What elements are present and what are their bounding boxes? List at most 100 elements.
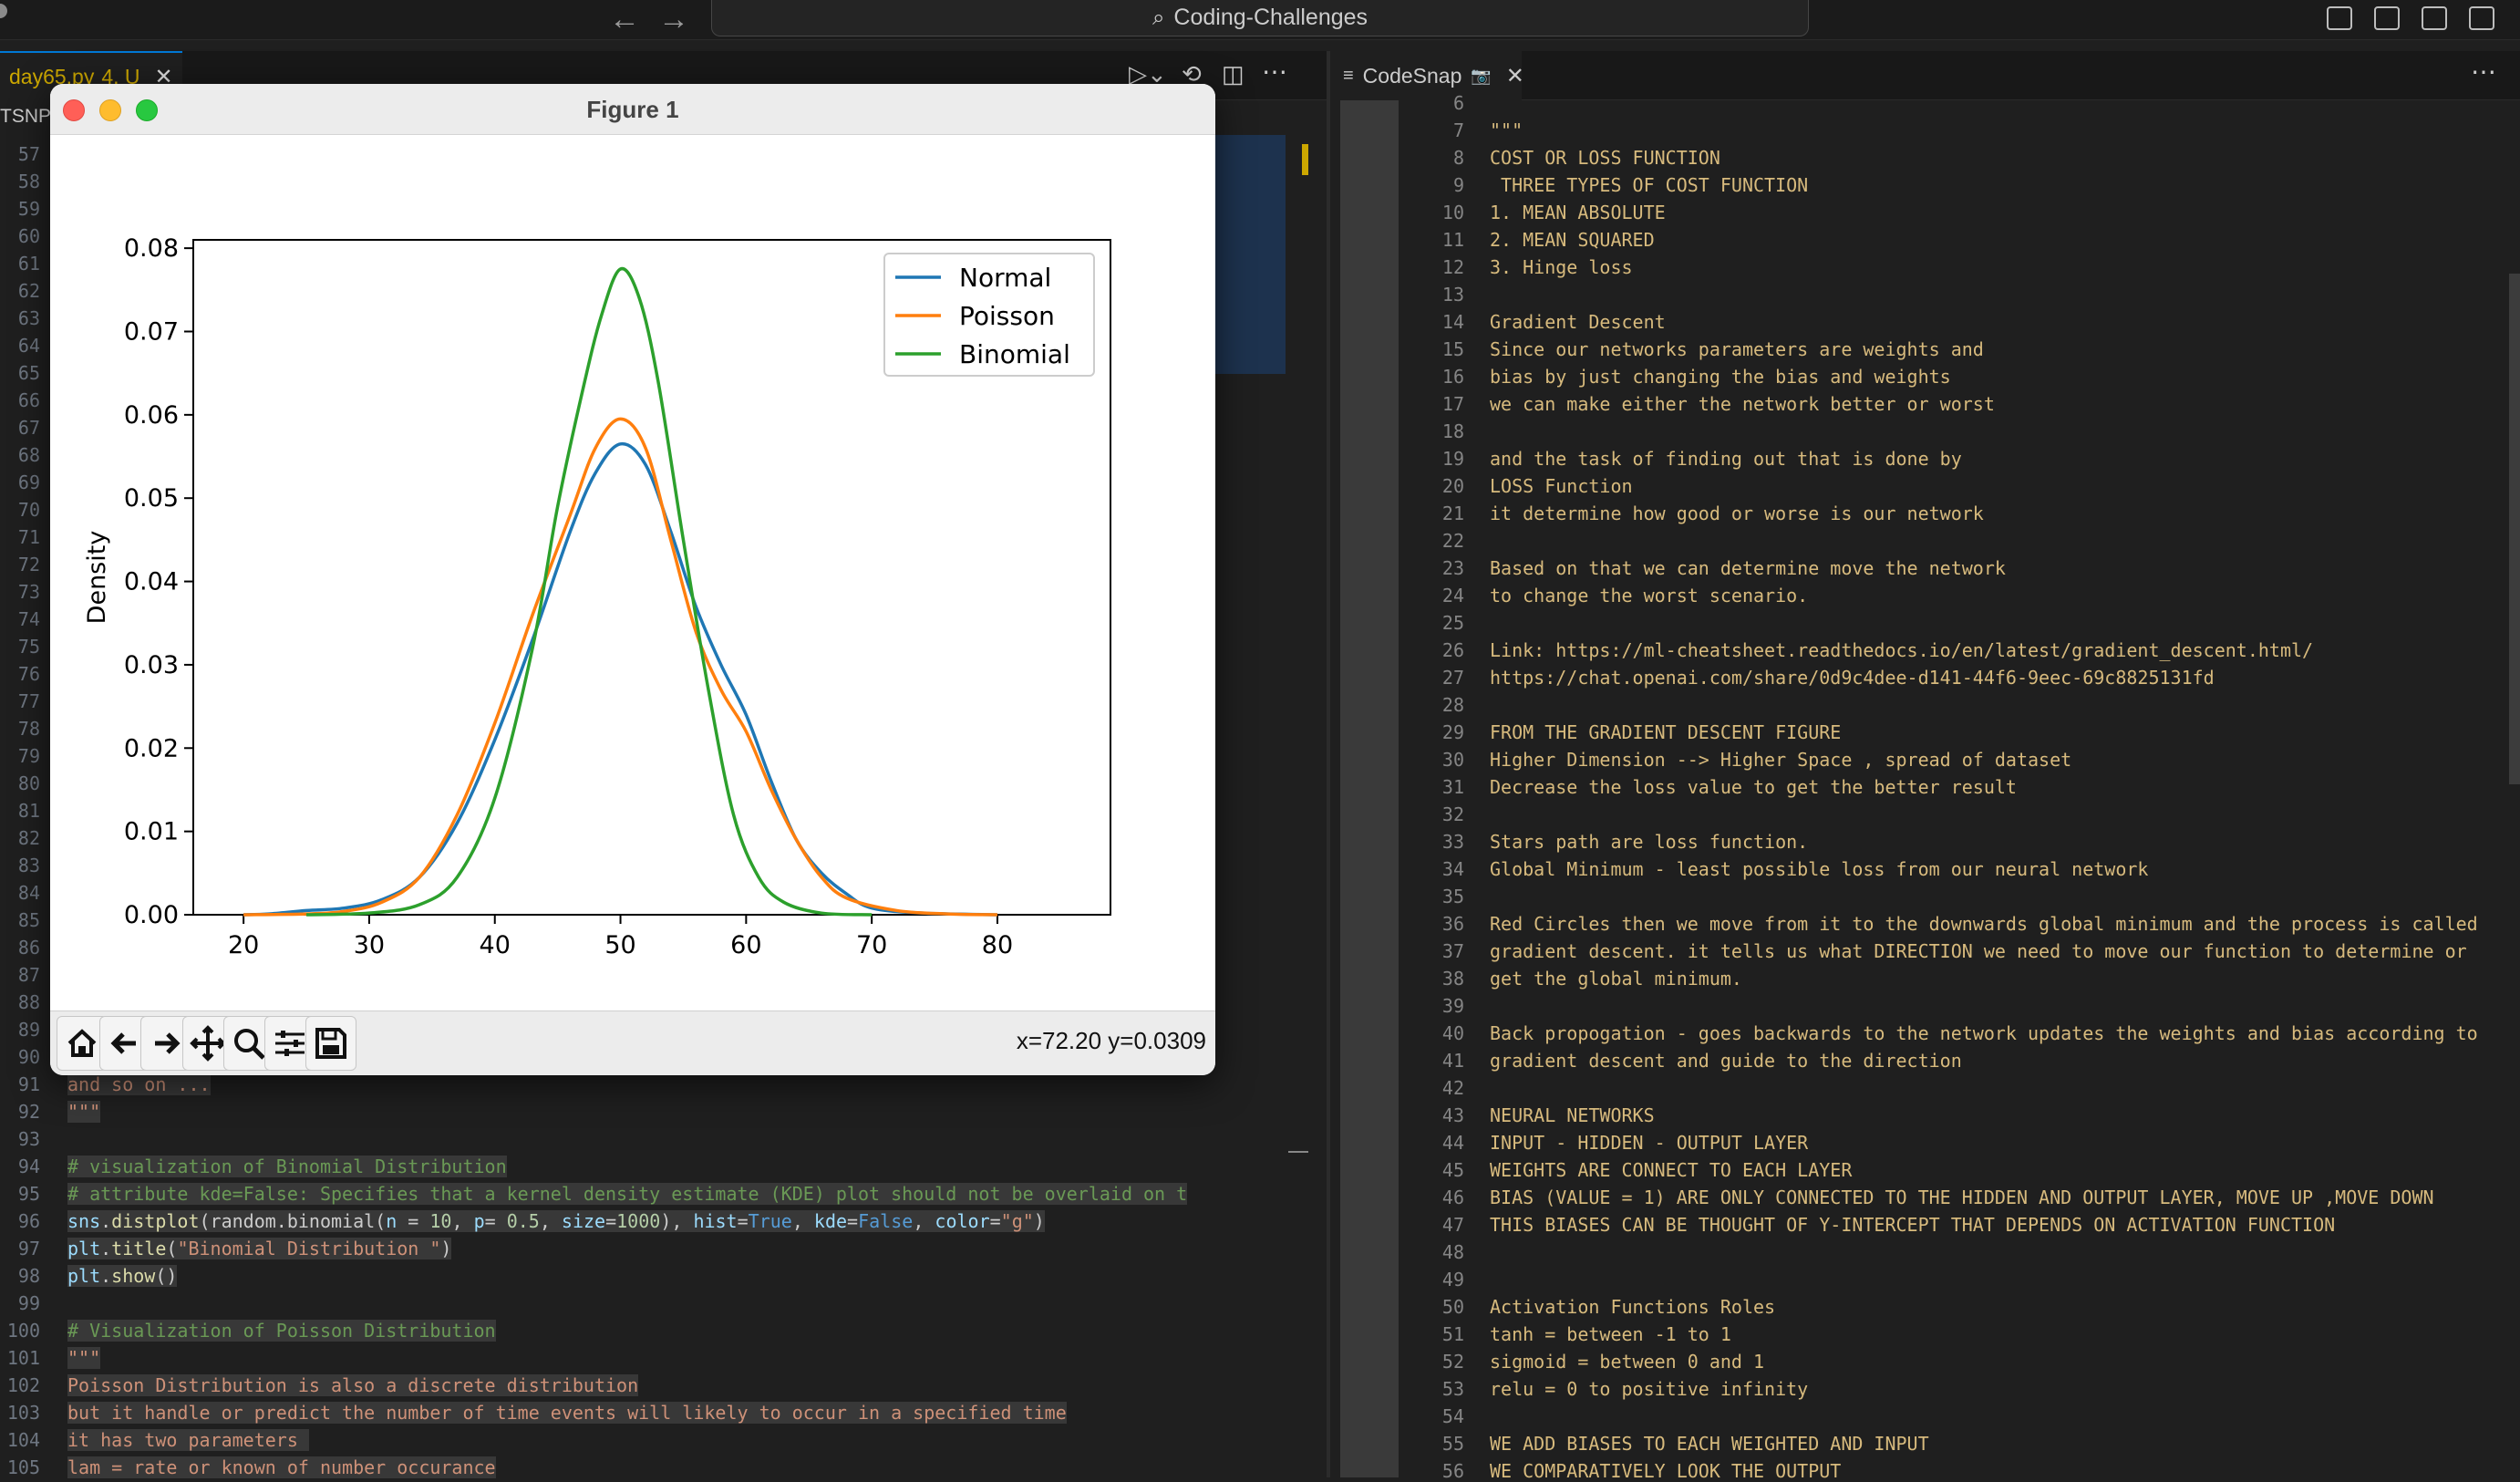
code-line[interactable]: but it handle or predict the number of t… (67, 1402, 1067, 1424)
customize-layout-icon[interactable] (2469, 6, 2494, 30)
more-actions-icon[interactable]: ⋯ (1262, 57, 1287, 87)
code-line[interactable]: Higher Dimension --> Higher Space , spre… (1490, 749, 2071, 771)
code-line[interactable]: """ (67, 1347, 101, 1369)
code-line[interactable]: sns.distplot(random.binomial(n = 10, p= … (67, 1210, 1045, 1232)
minimize-window-button[interactable] (99, 99, 121, 121)
code-line[interactable]: 1. MEAN ABSOLUTE (1490, 202, 1666, 223)
code-line[interactable]: """ (1490, 119, 1523, 141)
code-line[interactable]: Since our networks parameters are weight… (1490, 338, 1984, 360)
code-line[interactable]: 3. Hinge loss (1490, 256, 1633, 278)
code-line[interactable]: relu = 0 to positive infinity (1490, 1378, 1808, 1400)
code-line[interactable]: to change the worst scenario. (1490, 585, 1808, 606)
code-line[interactable]: Poisson Distribution is also a discrete … (67, 1374, 639, 1396)
code-text: lam = rate or known of number occurance (67, 1456, 496, 1478)
code-line[interactable]: it determine how good or worse is our ne… (1490, 503, 1984, 524)
arrow-left-icon[interactable]: ← (609, 2, 640, 37)
code-line[interactable]: and the task of finding out that is done… (1490, 448, 1962, 470)
zoom-icon (233, 1029, 265, 1060)
code-line[interactable]: # Visualization of Poisson Distribution (67, 1320, 496, 1342)
breadcrumb[interactable]: TSNP (0, 106, 51, 128)
code-line[interactable]: INPUT - HIDDEN - OUTPUT LAYER (1490, 1132, 1808, 1154)
code-line[interactable]: and so on ... (67, 1073, 211, 1095)
close-window-button[interactable] (63, 99, 85, 121)
scrollbar-thumb[interactable] (1288, 1151, 1308, 1153)
code-line[interactable]: THIS BIASES CAN BE THOUGHT OF Y-INTERCEP… (1490, 1214, 2335, 1236)
code-line[interactable]: # visualization of Binomial Distribution (67, 1156, 507, 1177)
code-line[interactable]: Activation Functions Roles (1490, 1296, 1775, 1318)
code-token: hist (693, 1210, 738, 1232)
line-number: 67 (17, 417, 40, 439)
y-tick-label: 0.03 (124, 651, 179, 679)
code-line[interactable]: get the global minimum. (1490, 968, 1742, 990)
command-center-search[interactable]: ⌕ Coding-Challenges (711, 0, 1809, 36)
chart-canvas[interactable]: 20 30 40 50 60 70 80 0.00 0.01 0.02 0.03 0.04 0.05 0… (50, 135, 1215, 1010)
code-line[interactable]: """ (67, 1101, 101, 1123)
code-text: plt.show() (67, 1265, 178, 1287)
code-line[interactable]: bias by just changing the bias and weigh… (1490, 366, 1951, 388)
code-line[interactable]: WEIGHTS ARE CONNECT TO EACH LAYER (1490, 1159, 1852, 1181)
code-line[interactable]: WE ADD BIASES TO EACH WEIGHTED AND INPUT (1490, 1433, 1929, 1455)
zoom-window-button[interactable] (136, 99, 158, 121)
code-line[interactable]: # attribute kde=False: Specifies that a … (67, 1183, 1188, 1205)
save-button[interactable] (305, 1016, 357, 1071)
figure-window[interactable]: Figure 1 20 30 40 50 60 70 80 0.00 0.01 0.02 0.03… (50, 84, 1215, 1075)
toggle-secondary-sidebar-icon[interactable] (2422, 6, 2447, 30)
code-line[interactable]: https://chat.openai.com/share/0d9c4dee-d… (1490, 667, 2215, 689)
line-number: 54 (1441, 1405, 1464, 1427)
code-line[interactable]: FROM THE GRADIENT DESCENT FIGURE (1490, 721, 1841, 743)
right-scrollbar[interactable] (2509, 274, 2520, 784)
code-line[interactable]: WE COMPARATIVELY LOOK THE OUTPUT (1490, 1460, 1841, 1482)
code-token: it has two parameters (67, 1429, 309, 1451)
code-line[interactable]: tanh = between -1 to 1 (1490, 1323, 1731, 1345)
line-number: 105 (6, 1456, 40, 1478)
minimap[interactable] (1214, 135, 1286, 374)
code-line[interactable]: Global Minimum - least possible loss fro… (1490, 858, 2148, 880)
code-line[interactable]: plt.show() (67, 1265, 178, 1287)
close-icon[interactable]: ✕ (1506, 63, 1524, 89)
code-line[interactable]: Decrease the loss value to get the bette… (1490, 776, 2017, 798)
code-line[interactable]: Link: https://ml-cheatsheet.readthedocs.… (1490, 639, 2313, 661)
code-line[interactable]: Back propogation - goes backwards to the… (1490, 1022, 2478, 1044)
code-line[interactable]: NEURAL NETWORKS (1490, 1104, 1655, 1126)
code-line[interactable]: LOSS Function (1490, 475, 1633, 497)
code-line[interactable]: sigmoid = between 0 and 1 (1490, 1351, 1764, 1373)
code-token: , (451, 1210, 474, 1232)
y-tick-label: 0.00 (124, 901, 179, 929)
code-token: """ (67, 1347, 101, 1369)
code-line[interactable]: gradient descent. it tells us what DIREC… (1490, 940, 2467, 962)
window-dot (0, 4, 7, 18)
code-token: , (539, 1210, 562, 1232)
line-number: 100 (6, 1320, 40, 1342)
legend-label: Binomial (959, 339, 1070, 369)
code-line[interactable]: COST OR LOSS FUNCTION (1490, 147, 1720, 169)
toggle-primary-sidebar-icon[interactable] (2327, 6, 2352, 30)
line-number: 21 (1441, 503, 1464, 524)
toggle-panel-icon[interactable] (2374, 6, 2400, 30)
more-actions-icon[interactable]: ⋯ (2471, 57, 2496, 87)
code-line[interactable]: Based on that we can determine move the … (1490, 557, 2006, 579)
code-line[interactable]: Gradient Descent (1490, 311, 1666, 333)
code-token: lam = rate or known of number occurance (67, 1456, 496, 1478)
code-line[interactable]: BIAS (VALUE = 1) ARE ONLY CONNECTED TO T… (1490, 1187, 2434, 1208)
code-line[interactable]: Red Circles then we move from it to the … (1490, 913, 2478, 935)
line-number: 99 (17, 1292, 40, 1314)
code-line[interactable]: it has two parameters (67, 1429, 309, 1451)
line-number: 6 (1452, 92, 1464, 114)
code-token: sns (67, 1210, 101, 1232)
code-line[interactable]: gradient descent and guide to the direct… (1490, 1050, 1962, 1072)
code-line[interactable]: lam = rate or known of number occurance (67, 1456, 496, 1478)
code-line[interactable]: we can make either the network better or… (1490, 393, 1995, 415)
code-text: """ (67, 1347, 101, 1369)
code-line[interactable]: Stars path are loss function. (1490, 831, 1808, 853)
code-token: # Visualization of Poisson Distribution (67, 1320, 496, 1342)
code-line[interactable]: 2. MEAN SQUARED (1490, 229, 1655, 251)
arrow-right-icon[interactable]: → (658, 2, 689, 37)
split-editor-icon[interactable]: ◫ (1222, 60, 1245, 88)
line-number: 68 (17, 444, 40, 466)
code-token: "Binomial Distribution " (177, 1238, 441, 1259)
code-token: ) (1033, 1210, 1045, 1232)
editor-splitter[interactable] (1327, 51, 1330, 1477)
line-number: 16 (1441, 366, 1464, 388)
code-line[interactable]: plt.title("Binomial Distribution ") (67, 1238, 452, 1259)
code-line[interactable]: THREE TYPES OF COST FUNCTION (1490, 174, 1808, 196)
